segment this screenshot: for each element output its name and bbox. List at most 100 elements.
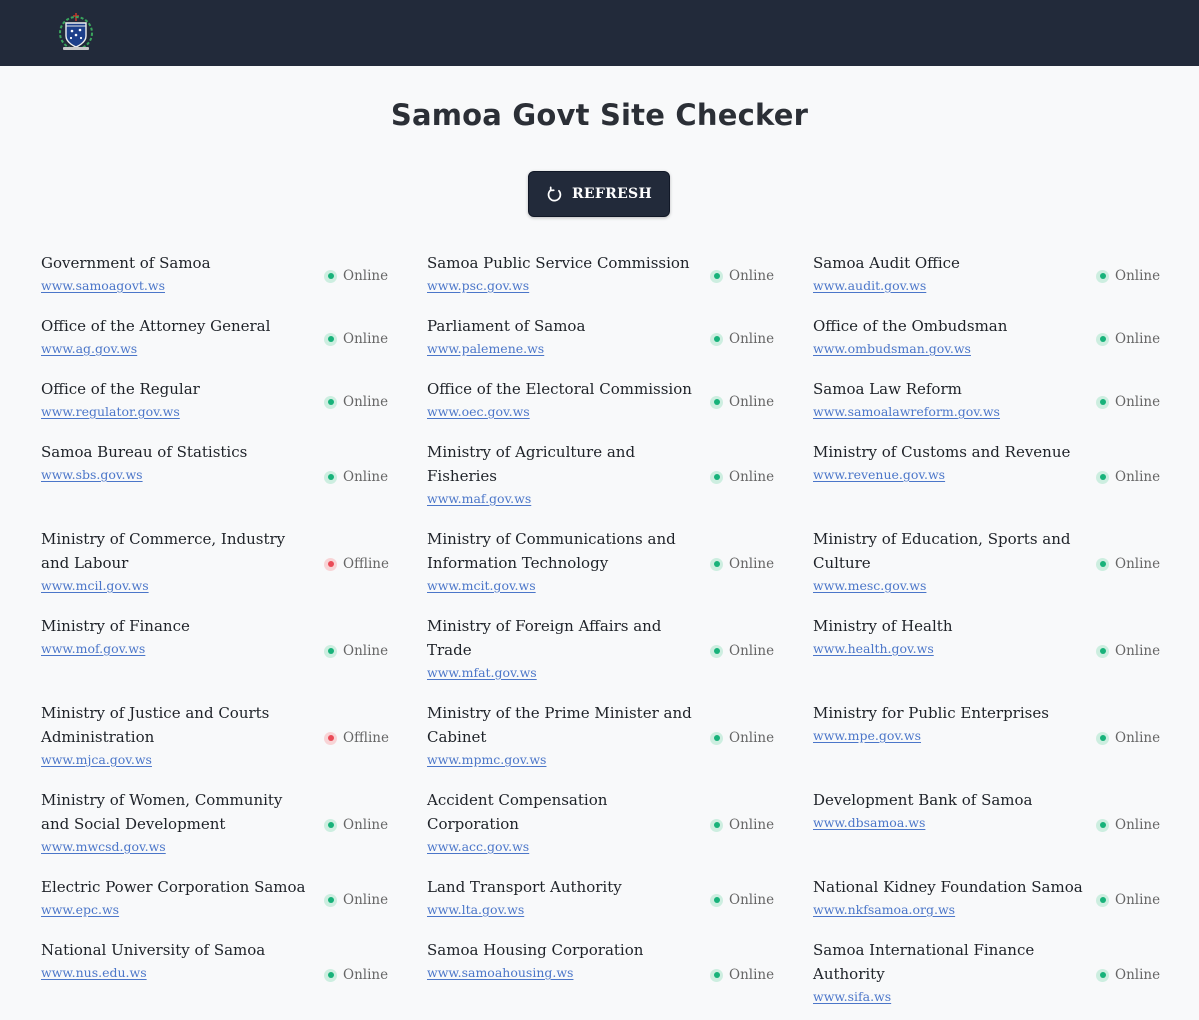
site-url-link[interactable]: www.mfat.gov.ws xyxy=(427,665,697,681)
site-url-link[interactable]: www.mpe.gov.ws xyxy=(813,728,1083,744)
status-indicator: Online xyxy=(710,892,774,908)
status-indicator: Online xyxy=(1096,643,1160,659)
site-grid: Government of Samoa www.samoagovt.ws Onlin… xyxy=(0,0,1199,1020)
status-online-dot-icon xyxy=(710,644,723,658)
site-card: Electric Power Corporation Samoa www.epc.… xyxy=(41,875,427,918)
status-indicator: Online xyxy=(1096,394,1160,410)
status-online-dot-icon xyxy=(324,644,337,658)
site-url-link[interactable]: www.mpmc.gov.ws xyxy=(427,752,697,768)
site-name: Ministry of Finance xyxy=(41,617,190,635)
site-card: Ministry of Communications and Informati… xyxy=(427,527,813,594)
status-indicator: Online xyxy=(1096,892,1160,908)
status-label: Offline xyxy=(343,730,389,746)
status-online-dot-icon xyxy=(1096,818,1109,832)
site-url-link[interactable]: www.epc.ws xyxy=(41,902,311,918)
site-url-link[interactable]: www.regulator.gov.ws xyxy=(41,404,311,420)
status-indicator: Online xyxy=(710,643,774,659)
status-indicator: Online xyxy=(710,967,774,983)
site-name: Ministry for Public Enterprises xyxy=(813,704,1049,722)
site-card: Office of the Ombudsman www.ombudsman.gov… xyxy=(813,314,1199,357)
status-label: Online xyxy=(343,643,389,659)
site-url-link[interactable]: www.maf.gov.ws xyxy=(427,491,697,507)
site-url-link[interactable]: www.lta.gov.ws xyxy=(427,902,697,918)
status-online-dot-icon xyxy=(710,893,723,907)
site-url-link[interactable]: www.sbs.gov.ws xyxy=(41,467,311,483)
site-url-link[interactable]: www.dbsamoa.ws xyxy=(813,815,1083,831)
site-url-link[interactable]: www.palemene.ws xyxy=(427,341,697,357)
status-label: Online xyxy=(343,331,389,347)
status-label: Online xyxy=(343,268,389,284)
status-label: Online xyxy=(729,268,775,284)
site-url-link[interactable]: www.samoahousing.ws xyxy=(427,965,697,981)
site-name: Samoa Law Reform xyxy=(813,380,962,398)
status-label: Offline xyxy=(343,556,389,572)
site-name: Ministry of Communications and Informati… xyxy=(427,530,676,572)
site-card: Samoa International Finance Authority www… xyxy=(813,938,1199,1005)
status-online-dot-icon xyxy=(324,470,337,484)
site-url-link[interactable]: www.health.gov.ws xyxy=(813,641,1083,657)
site-name: Accident Compensation Corporation xyxy=(427,791,608,833)
site-card: Office of the Electoral Commission www.oe… xyxy=(427,377,813,420)
site-url-link[interactable]: www.mesc.gov.ws xyxy=(813,578,1083,594)
site-card: Ministry of Finance www.mof.gov.ws Online xyxy=(41,614,427,659)
site-name: Land Transport Authority xyxy=(427,878,622,896)
status-label: Online xyxy=(343,967,389,983)
site-url-link[interactable]: www.ag.gov.ws xyxy=(41,341,311,357)
site-card: Ministry of Foreign Affairs and Trade www… xyxy=(427,614,813,681)
status-label: Online xyxy=(343,394,389,410)
site-card: Samoa Housing Corporation www.samoahousin… xyxy=(427,938,813,983)
status-label: Online xyxy=(1115,730,1161,746)
site-name: Office of the Regular xyxy=(41,380,200,398)
status-online-dot-icon xyxy=(710,470,723,484)
status-label: Online xyxy=(729,643,775,659)
status-online-dot-icon xyxy=(1096,395,1109,409)
status-label: Online xyxy=(343,469,389,485)
site-url-link[interactable]: www.acc.gov.ws xyxy=(427,839,697,855)
site-name: National Kidney Foundation Samoa xyxy=(813,878,1083,896)
site-card: Ministry of Education, Sports and Cultur… xyxy=(813,527,1199,594)
site-url-link[interactable]: www.audit.gov.ws xyxy=(813,278,1083,294)
site-url-link[interactable]: www.samoagovt.ws xyxy=(41,278,311,294)
site-url-link[interactable]: www.mof.gov.ws xyxy=(41,641,311,657)
status-indicator: Online xyxy=(1096,469,1160,485)
site-url-link[interactable]: www.nus.edu.ws xyxy=(41,965,311,981)
status-indicator: Online xyxy=(324,967,388,983)
site-url-link[interactable]: www.mcil.gov.ws xyxy=(41,578,311,594)
status-online-dot-icon xyxy=(324,332,337,346)
status-online-dot-icon xyxy=(324,269,337,283)
site-url-link[interactable]: www.revenue.gov.ws xyxy=(813,467,1083,483)
site-url-link[interactable]: www.mjca.gov.ws xyxy=(41,752,311,768)
status-label: Online xyxy=(1115,394,1161,410)
site-card: Ministry of Agriculture and Fisheries www… xyxy=(427,440,813,507)
site-name: National University of Samoa xyxy=(41,941,266,959)
status-indicator: Online xyxy=(324,817,388,833)
status-indicator: Online xyxy=(1096,730,1160,746)
status-label: Online xyxy=(1115,967,1161,983)
status-online-dot-icon xyxy=(710,818,723,832)
status-online-dot-icon xyxy=(1096,968,1109,982)
site-url-link[interactable]: www.ombudsman.gov.ws xyxy=(813,341,1083,357)
status-online-dot-icon xyxy=(324,968,337,982)
site-url-link[interactable]: www.mwcsd.gov.ws xyxy=(41,839,311,855)
site-url-link[interactable]: www.samoalawreform.gov.ws xyxy=(813,404,1083,420)
status-indicator: Online xyxy=(324,469,388,485)
site-card: Ministry for Public Enterprises www.mpe.g… xyxy=(813,701,1199,746)
status-label: Online xyxy=(729,892,775,908)
status-indicator: Online xyxy=(1096,268,1160,284)
site-name: Samoa Public Service Commission xyxy=(427,254,690,272)
site-card: Ministry of Health www.health.gov.ws Onlin… xyxy=(813,614,1199,659)
site-url-link[interactable]: www.oec.gov.ws xyxy=(427,404,697,420)
site-card: Office of the Regular www.regulator.gov.w… xyxy=(41,377,427,420)
status-label: Online xyxy=(729,967,775,983)
status-indicator: Online xyxy=(324,268,388,284)
site-url-link[interactable]: www.sifa.ws xyxy=(813,989,1083,1005)
status-indicator: Online xyxy=(324,892,388,908)
site-name: Development Bank of Samoa xyxy=(813,791,1033,809)
status-online-dot-icon xyxy=(710,269,723,283)
status-indicator: Online xyxy=(1096,817,1160,833)
site-name: Ministry of the Prime Minister and Cabin… xyxy=(427,704,692,746)
site-url-link[interactable]: www.mcit.gov.ws xyxy=(427,578,697,594)
site-url-link[interactable]: www.nkfsamoa.org.ws xyxy=(813,902,1083,918)
site-card: Samoa Law Reform www.samoalawreform.gov.w… xyxy=(813,377,1199,420)
site-url-link[interactable]: www.psc.gov.ws xyxy=(427,278,697,294)
